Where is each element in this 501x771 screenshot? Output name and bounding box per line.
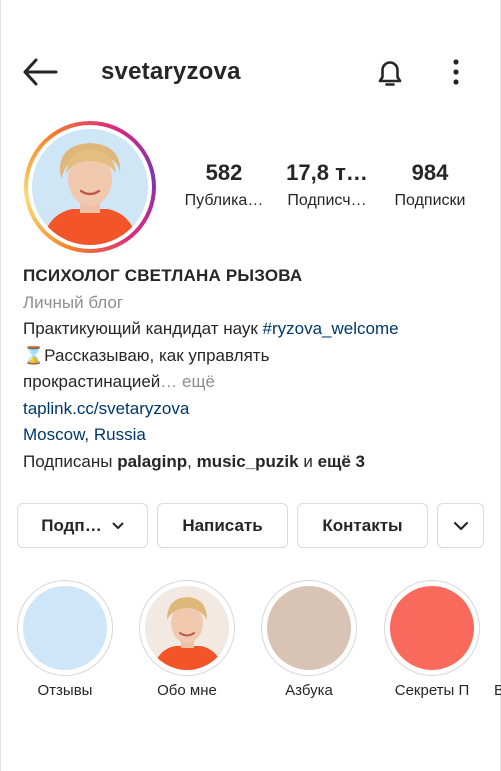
followed-by[interactable]: Подписаны palaginp, music_puzik и ещё 3 (23, 449, 483, 476)
following-count: 984 (411, 160, 449, 185)
posts-label: Публика… (184, 192, 264, 209)
stat-posts[interactable]: 582 Публика… (174, 160, 274, 210)
followers-label: Подписч… (287, 192, 367, 209)
highlight-cover (390, 586, 474, 670)
hashtag-link[interactable]: #ryzova_welcome (263, 319, 399, 338)
highlight-cover (267, 586, 351, 670)
bio-line-1: Практикующий кандидат наук #ryzova_welco… (23, 319, 399, 338)
stat-following[interactable]: 984 Подписки (380, 160, 480, 210)
message-button[interactable]: Написать (157, 503, 288, 548)
bio-line-3: прокрастинацией… ещё (23, 372, 215, 391)
left-border (0, 0, 1, 771)
highlight-item[interactable]: Обо мне (138, 580, 236, 699)
highlight-item[interactable]: Азбука (260, 580, 358, 699)
bell-icon (378, 61, 402, 86)
highlight-label: Отзывы (37, 682, 93, 699)
followers-count: 17,8 т… (286, 160, 368, 185)
profile-bio: ПСИХОЛОГ СВЕТЛАНА РЫЗОВА Личный блог Пра… (23, 263, 483, 475)
bio-line-2: ⌛Рассказываю, как управлять (23, 345, 270, 365)
profile-avatar[interactable] (24, 121, 156, 253)
profile-website-link[interactable]: taplink.cc/svetaryzova (23, 396, 483, 423)
profile-username: svetaryzova (101, 58, 241, 85)
highlight-label-partial: В (494, 682, 501, 699)
bio-more-link[interactable]: … ещё (160, 372, 215, 391)
more-options-button[interactable] (448, 57, 464, 87)
more-vertical-icon (453, 59, 459, 85)
following-button[interactable]: Подп… (17, 503, 148, 548)
highlight-label: Обо мне (157, 682, 217, 699)
profile-category: Личный блог (23, 292, 124, 312)
highlight-label: Азбука (285, 682, 333, 699)
highlight-label: Секреты П (394, 682, 470, 699)
notifications-button[interactable] (373, 56, 407, 90)
profile-header: svetaryzova (0, 40, 501, 104)
chevron-down-icon (112, 522, 124, 529)
arrow-left-icon (23, 58, 58, 86)
posts-count: 582 (205, 160, 243, 185)
highlight-cover (23, 586, 107, 670)
following-button-label: Подп… (41, 515, 102, 535)
stat-followers[interactable]: 17,8 т… Подписч… (277, 160, 377, 210)
profile-location-link[interactable]: Moscow, Russia (23, 422, 483, 449)
contacts-button-label: Контакты (322, 515, 403, 535)
suggested-accounts-button[interactable] (437, 503, 484, 548)
highlight-item[interactable]: Секреты П (383, 580, 481, 699)
profile-display-name: ПСИХОЛОГ СВЕТЛАНА РЫЗОВА (23, 266, 303, 285)
highlight-item[interactable]: Отзывы (16, 580, 114, 699)
message-button-label: Написать (182, 515, 263, 535)
chevron-down-icon (453, 521, 468, 530)
back-button[interactable] (22, 57, 58, 87)
following-label: Подписки (394, 192, 466, 209)
contacts-button[interactable]: Контакты (297, 503, 428, 548)
avatar-photo (32, 129, 148, 245)
highlight-cover (145, 586, 229, 670)
